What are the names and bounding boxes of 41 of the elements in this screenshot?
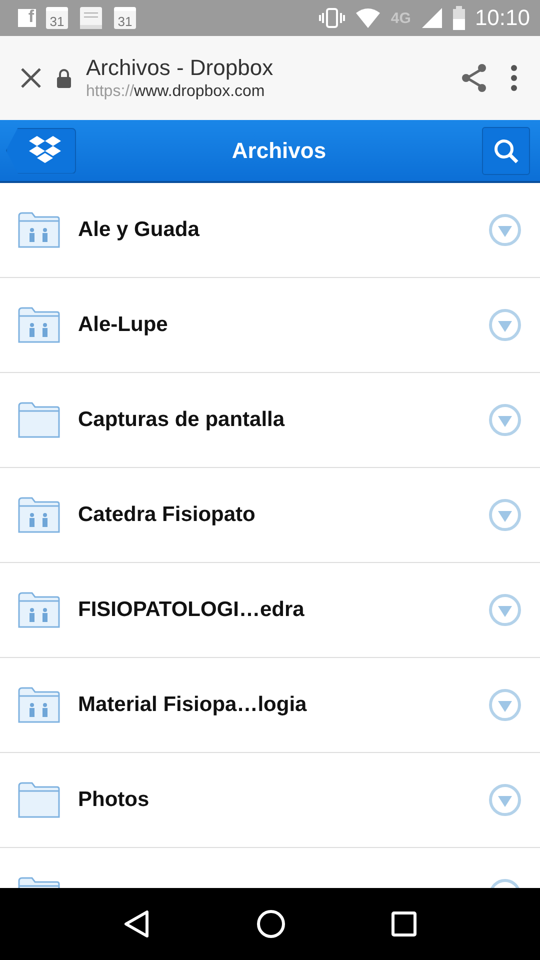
header-title: Archivos	[230, 138, 328, 164]
dropdown-icon[interactable]	[488, 498, 522, 532]
folder-name: Catedra Fisiopato	[78, 503, 256, 527]
folder-row[interactable]: Ale y Guada	[0, 183, 540, 278]
folder-row[interactable]: Material Fisiopa…logia	[0, 658, 540, 753]
dropdown-icon[interactable]	[488, 593, 522, 627]
folder-name: Ale y Guada	[78, 218, 200, 242]
back-button[interactable]	[6, 128, 76, 174]
battery-icon	[452, 6, 465, 30]
folder-name: Photos	[78, 788, 150, 812]
folder-name: Material Fisiopa…logia	[78, 693, 308, 717]
folder-name: FISIOPATOLOGI…edra	[78, 598, 306, 622]
close-icon[interactable]	[20, 67, 42, 89]
calendar-icon: 31	[46, 7, 68, 29]
dropdown-icon[interactable]	[488, 213, 522, 247]
wifi-icon	[354, 7, 381, 29]
search-button[interactable]	[482, 126, 530, 174]
book-icon	[78, 5, 104, 31]
recents-icon[interactable]	[391, 911, 418, 937]
page-url: https://www.dropbox.com	[86, 83, 266, 101]
folder-name: Ale-Lupe	[78, 313, 169, 337]
dropdown-icon[interactable]	[488, 783, 522, 817]
vibrate-icon	[318, 7, 345, 29]
signal-icon	[420, 7, 443, 29]
back-icon[interactable]	[122, 909, 151, 939]
lock-icon	[56, 68, 72, 88]
calendar-icon: 31	[114, 7, 136, 29]
folder-row[interactable]: Ale-Lupe	[0, 278, 540, 373]
home-icon[interactable]	[256, 909, 286, 939]
page-title: Archivos - Dropbox	[86, 55, 274, 81]
dropdown-icon[interactable]	[488, 308, 522, 342]
folder-row[interactable]: FISIOPATOLOGI…edra	[0, 563, 540, 658]
clock: 10:10	[474, 5, 530, 31]
search-icon	[493, 138, 519, 164]
dropdown-icon[interactable]	[488, 688, 522, 722]
folder-row[interactable]: Catedra Fisiopato	[0, 468, 540, 563]
folder-row[interactable]: Capturas de pantalla	[0, 373, 540, 468]
folder-row[interactable]: Photos	[0, 753, 540, 848]
facebook-icon: f	[18, 9, 36, 27]
dropdown-icon[interactable]	[488, 403, 522, 437]
folder-name: Capturas de pantalla	[78, 408, 286, 432]
